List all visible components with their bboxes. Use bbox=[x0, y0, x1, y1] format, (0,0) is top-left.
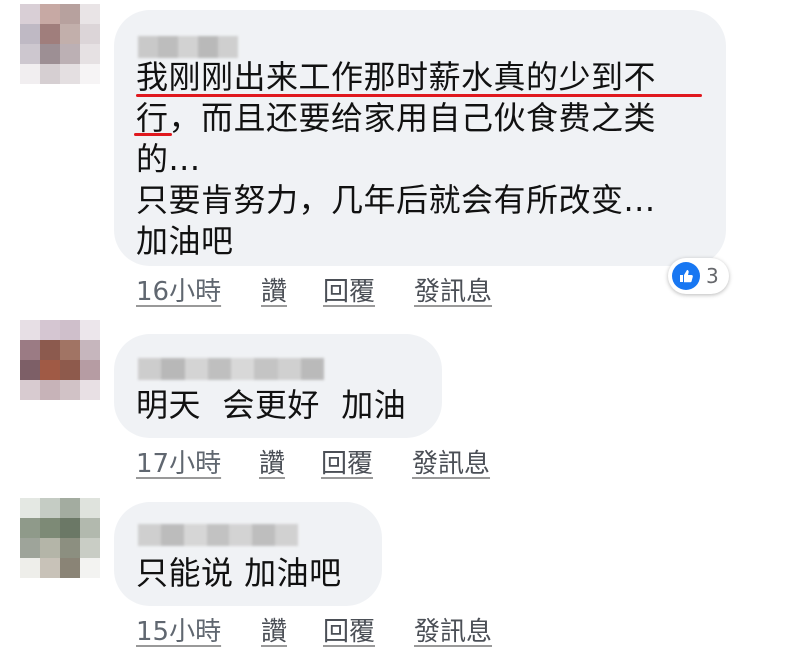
send-message-button[interactable]: 發訊息 bbox=[414, 271, 492, 308]
comment-text-line: 只要肯努力，几年后就会有所改变... bbox=[136, 181, 656, 219]
highlight-underline bbox=[134, 133, 172, 136]
like-icon bbox=[672, 262, 700, 290]
reaction-summary[interactable]: 3 bbox=[668, 258, 729, 294]
reply-button[interactable]: 回覆 bbox=[323, 611, 375, 648]
send-message-button[interactable]: 發訊息 bbox=[412, 443, 490, 480]
comment-text-line: 只能说 加油吧 bbox=[136, 554, 342, 592]
reply-button[interactable]: 回覆 bbox=[321, 443, 373, 480]
comment-text-line: 的... bbox=[136, 140, 201, 178]
author-name-blurred[interactable] bbox=[138, 358, 324, 380]
reply-button[interactable]: 回覆 bbox=[323, 271, 375, 308]
like-button[interactable]: 讚 bbox=[259, 443, 285, 480]
highlight-underline bbox=[136, 94, 702, 97]
like-button[interactable]: 讚 bbox=[261, 611, 287, 648]
timestamp-link[interactable]: 15小時 bbox=[136, 611, 221, 648]
send-message-button[interactable]: 發訊息 bbox=[414, 611, 492, 648]
reaction-count: 3 bbox=[706, 264, 719, 288]
comment-text-line: 明天 会更好 加油 bbox=[136, 386, 407, 424]
comment-text-line: 我刚刚出来工作那时薪水真的少到不 bbox=[136, 58, 657, 96]
comment-text-line: 加油吧 bbox=[136, 222, 234, 260]
timestamp-link[interactable]: 16小時 bbox=[136, 271, 221, 308]
timestamp-link[interactable]: 17小時 bbox=[136, 443, 221, 480]
like-button[interactable]: 讚 bbox=[261, 271, 287, 308]
avatar[interactable] bbox=[20, 498, 100, 578]
avatar[interactable] bbox=[20, 320, 100, 400]
comment-text-line: 行，而且还要给家用自己伙食费之类 bbox=[136, 99, 657, 137]
author-name-blurred[interactable] bbox=[138, 36, 238, 58]
author-name-blurred[interactable] bbox=[138, 524, 298, 546]
avatar[interactable] bbox=[20, 4, 100, 84]
